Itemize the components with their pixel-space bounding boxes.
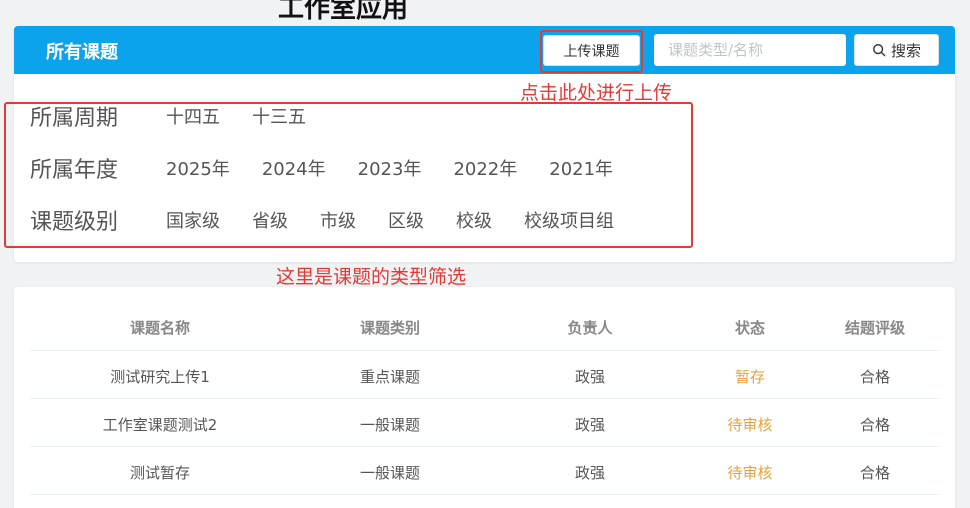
filter-annotation: 这里是课题的类型筛选 [276,266,467,288]
cell-rating: 合格 [859,416,891,434]
filter-option-period[interactable]: 十三五 [252,103,306,129]
filter-row-period: 所属周期 十四五 十三五 [30,101,338,131]
upload-button[interactable]: 上传课题 [543,35,640,66]
filter-option-year[interactable]: 2023年 [358,155,422,181]
header-bar: 所有课题 上传课题 搜索 [14,26,955,74]
page-heading: 工作室应用 [278,0,409,24]
column-header-owner: 负责人 [567,319,613,337]
filter-option-level[interactable]: 国家级 [166,207,220,233]
filter-row-level: 课题级别 国家级 省级 市级 区级 校级 校级项目组 [30,205,646,235]
cell-category: 重点课题 [359,368,421,386]
search-button-label: 搜索 [890,41,921,60]
filter-option-level[interactable]: 校级 [456,207,492,233]
filter-label-level: 课题级别 [30,210,119,235]
table-row[interactable]: 测试暂存 一般课题 政强 待审核 合格 [30,446,939,494]
course-table: 课题名称 课题类别 负责人 状态 结题评级 测试研究上传1 重点课题 政强 暂存… [14,287,955,508]
status-badge: 待审核 [727,416,773,434]
filter-row-year: 所属年度 2025年 2024年 2023年 2022年 2021年 [30,153,645,183]
cell-rating: 合格 [859,368,891,386]
table-row[interactable]: 工作室课题测试2 一般课题 政强 待审核 合格 [30,398,939,446]
filter-card: 所有课题 上传课题 搜索 所属周期 十四五 十三五 所属年度 2025年 202… [14,26,955,262]
cell-name[interactable]: 测试暂存 [130,462,190,483]
cell-owner: 政强 [574,416,606,434]
column-header-status: 状态 [734,319,766,337]
filter-option-year[interactable]: 2025年 [166,155,230,181]
cell-name[interactable]: 测试研究上传1 [110,366,210,387]
search-button[interactable]: 搜索 [854,34,939,66]
search-input[interactable] [654,34,846,66]
cell-name[interactable]: 工作室课题测试2 [103,414,218,435]
filter-option-level[interactable]: 区级 [388,207,424,233]
filter-option-year[interactable]: 2024年 [262,155,326,181]
filter-label-year: 所属年度 [30,158,119,183]
status-badge: 待审核 [727,464,773,482]
filter-option-year[interactable]: 2022年 [453,155,517,181]
table-divider [30,494,939,495]
filter-option-year[interactable]: 2021年 [549,155,613,181]
filter-option-level[interactable]: 校级项目组 [524,207,614,233]
column-header-name: 课题名称 [129,319,191,337]
header-title: 所有课题 [46,42,118,63]
status-badge: 暂存 [734,368,766,386]
table-row[interactable]: 测试研究上传1 重点课题 政强 暂存 合格 [30,350,939,398]
filter-option-level[interactable]: 省级 [252,207,288,233]
cell-owner: 政强 [574,464,606,482]
cell-category: 一般课题 [359,416,421,434]
column-header-rating: 结题评级 [844,319,906,337]
column-header-category: 课题类别 [359,319,421,337]
cell-category: 一般课题 [359,464,421,482]
cell-owner: 政强 [574,368,606,386]
cell-rating: 合格 [859,464,891,482]
upload-annotation: 点击此处进行上传 [520,82,673,104]
search-icon [873,44,886,57]
filter-label-period: 所属周期 [30,106,119,131]
filter-option-level[interactable]: 市级 [320,207,356,233]
filter-option-period[interactable]: 十四五 [166,103,220,129]
